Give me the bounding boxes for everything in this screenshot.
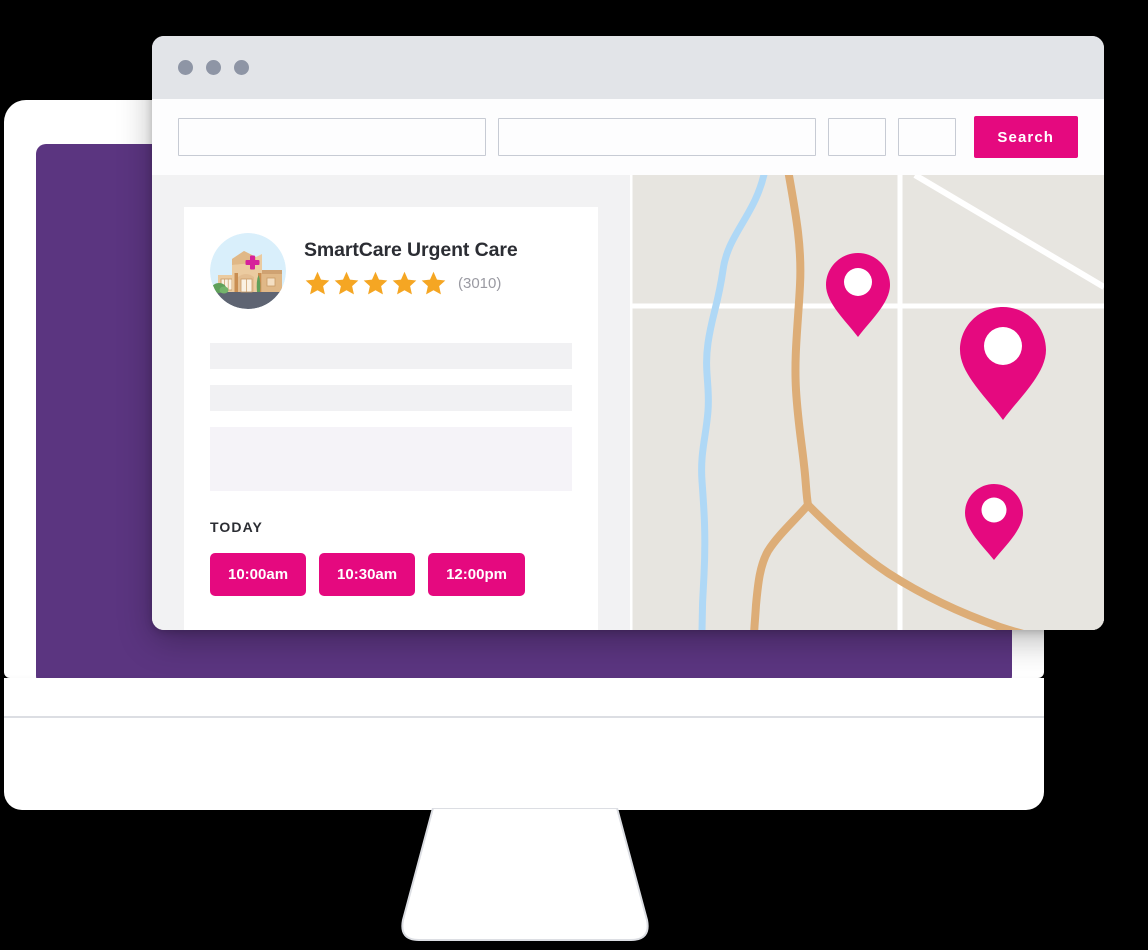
- review-count: (3010): [458, 275, 502, 292]
- provider-header: SmartCare Urgent Care (3010): [210, 233, 572, 309]
- star-filled-icon: [392, 271, 417, 295]
- placeholder-block: [210, 427, 572, 491]
- map-pin-3[interactable]: [965, 484, 1023, 560]
- window-dot-maximize-icon[interactable]: [234, 60, 249, 75]
- monitor-illustration: Search SmartCare Urgent Care (3010) TODA…: [0, 0, 1148, 950]
- filter-field-b[interactable]: [897, 118, 956, 156]
- star-filled-icon: [305, 271, 330, 295]
- map-pin-2[interactable]: [960, 307, 1046, 420]
- map-pins-layer: [826, 253, 1046, 560]
- star-filled-icon: [421, 271, 446, 295]
- appointment-slot-button[interactable]: 10:30am: [319, 553, 416, 596]
- specialty-field[interactable]: [178, 118, 487, 156]
- search-toolbar: Search: [152, 99, 1104, 175]
- today-label: TODAY: [210, 519, 263, 535]
- filter-field-a[interactable]: [827, 118, 886, 156]
- placeholder-line-2: [210, 385, 572, 411]
- map-pin-1[interactable]: [826, 253, 890, 337]
- placeholder-line-1: [210, 343, 572, 369]
- map-panel[interactable]: [630, 175, 1104, 630]
- provider-name: SmartCare Urgent Care: [304, 239, 518, 261]
- provider-meta: SmartCare Urgent Care (3010): [304, 233, 518, 297]
- window-dot-close-icon[interactable]: [178, 60, 193, 75]
- window-dot-minimize-icon[interactable]: [206, 60, 221, 75]
- monitor-chin: [4, 678, 1044, 810]
- rating-row: (3010): [304, 270, 518, 297]
- search-button[interactable]: Search: [973, 116, 1078, 158]
- provider-card[interactable]: SmartCare Urgent Care (3010) TODAY 10:00…: [184, 207, 598, 630]
- browser-content: SmartCare Urgent Care (3010) TODAY 10:00…: [152, 175, 1104, 630]
- results-panel: SmartCare Urgent Care (3010) TODAY 10:00…: [152, 175, 630, 630]
- location-field[interactable]: [498, 118, 816, 156]
- monitor-stand: [385, 808, 665, 944]
- browser-window: Search SmartCare Urgent Care (3010) TODA…: [152, 36, 1104, 630]
- star-filled-icon: [334, 271, 359, 295]
- appointment-slot-button[interactable]: 12:00pm: [428, 553, 525, 596]
- browser-titlebar: [152, 36, 1104, 99]
- appointment-slot-button[interactable]: 10:00am: [210, 553, 307, 596]
- monitor-chin-divider: [4, 716, 1044, 718]
- star-filled-icon: [363, 271, 388, 295]
- appointment-slots: 10:00am 10:30am 12:00pm: [210, 553, 572, 596]
- clinic-building-icon: [210, 233, 286, 309]
